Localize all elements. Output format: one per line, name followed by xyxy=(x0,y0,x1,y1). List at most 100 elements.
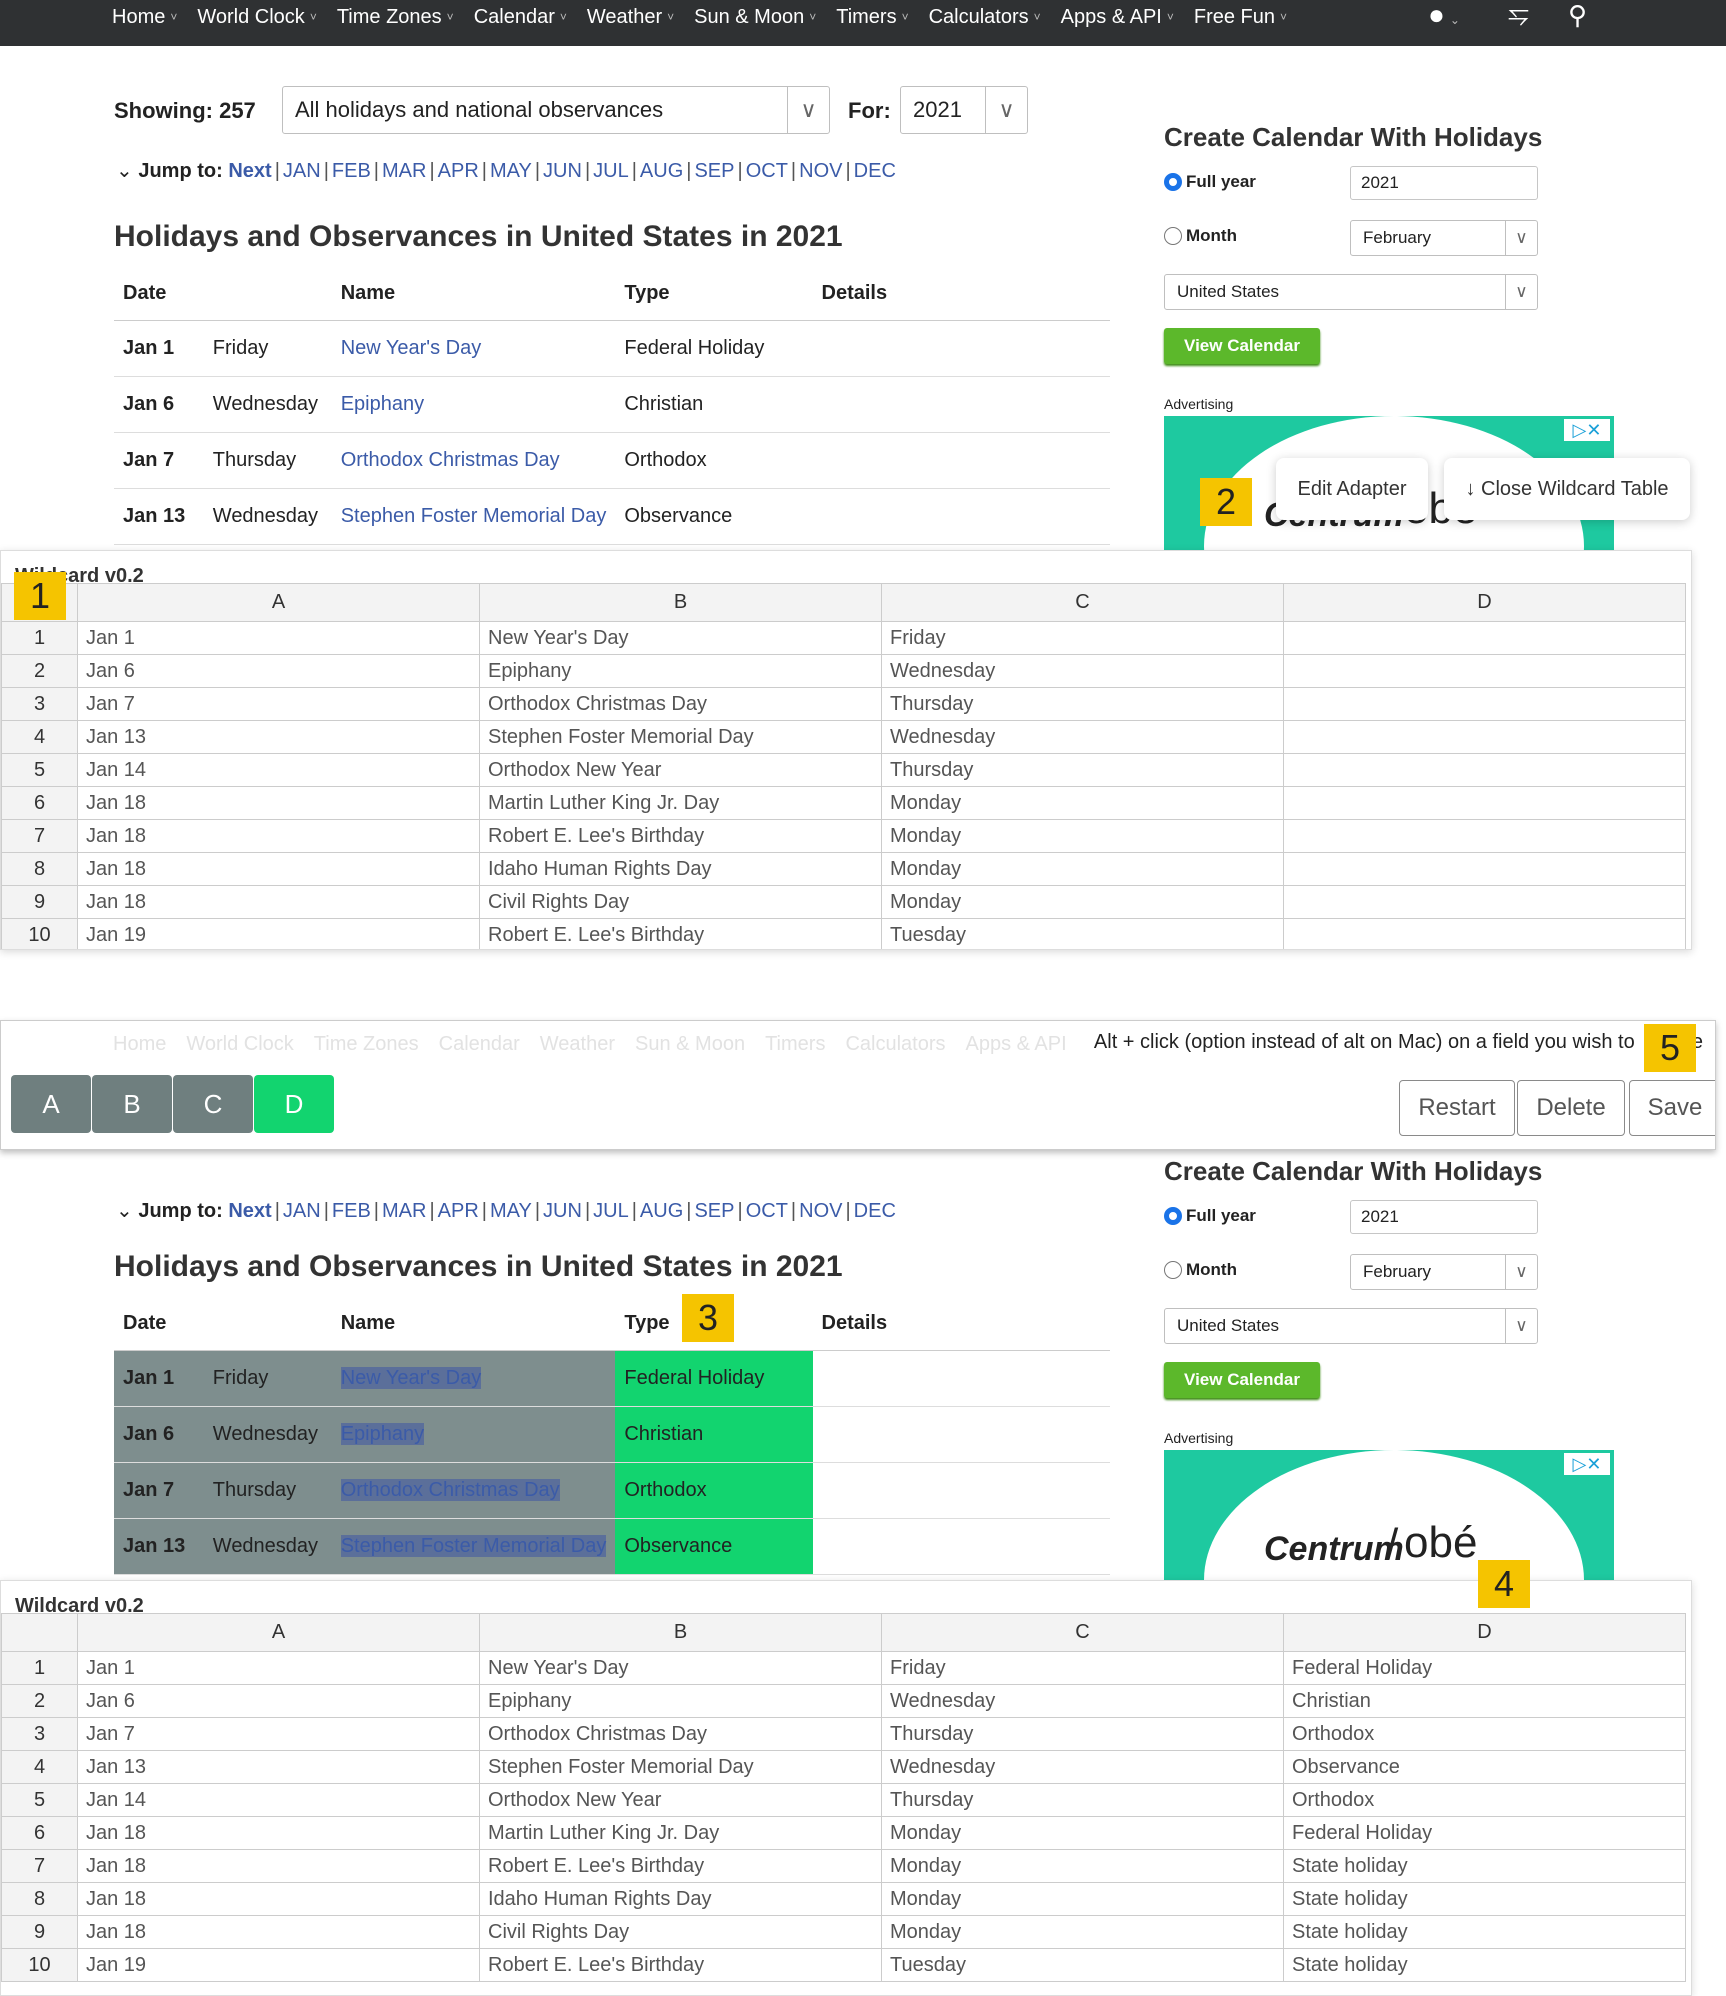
jump-month-aug[interactable]: AUG xyxy=(640,160,683,182)
full-year-input[interactable]: 2021 xyxy=(1350,166,1538,200)
jump-month-jul[interactable]: JUL xyxy=(593,1200,629,1222)
grid-cell[interactable]: Jan 18 xyxy=(77,1882,480,1916)
grid-cell[interactable]: Jan 18 xyxy=(77,1816,480,1850)
grid-cell[interactable]: Jan 18 xyxy=(77,819,480,853)
holiday-link[interactable]: Orthodox Christmas Day xyxy=(341,449,560,471)
grid-cell[interactable] xyxy=(1283,621,1686,655)
grid-cell[interactable]: Robert E. Lee's Birthday xyxy=(479,918,882,949)
full-year-radio[interactable]: Full year xyxy=(1164,172,1256,192)
grid-cell[interactable]: Jan 13 xyxy=(77,1750,480,1784)
month-select[interactable]: February ∨ xyxy=(1350,220,1538,256)
jump-month-jul[interactable]: JUL xyxy=(593,160,629,182)
grid-cell[interactable]: Jan 14 xyxy=(77,753,480,787)
close-wildcard-table-button[interactable]: ↓ Close Wildcard Table xyxy=(1444,458,1690,520)
grid-cell[interactable] xyxy=(1283,819,1686,853)
grid-cell[interactable] xyxy=(1283,654,1686,688)
country-select[interactable]: United States ∨ xyxy=(1164,274,1538,310)
grid-cell[interactable]: Robert E. Lee's Birthday xyxy=(479,1849,882,1883)
holiday-link[interactable]: New Year's Day xyxy=(340,1366,482,1389)
grid-cell[interactable]: New Year's Day xyxy=(479,621,882,655)
jump-month-sep[interactable]: SEP xyxy=(694,1200,734,1222)
jump-month-oct[interactable]: OCT xyxy=(746,1200,788,1222)
grid-cell[interactable] xyxy=(1283,753,1686,787)
grid-cell[interactable]: Stephen Foster Memorial Day xyxy=(479,1750,882,1784)
grid-cell[interactable]: Idaho Human Rights Day xyxy=(479,1882,882,1916)
grid-cell[interactable]: Jan 18 xyxy=(77,1849,480,1883)
grid-cell[interactable]: Orthodox New Year xyxy=(479,1783,882,1817)
jump-month-mar[interactable]: MAR xyxy=(382,160,426,182)
edit-adapter-button[interactable]: Edit Adapter xyxy=(1276,458,1428,520)
grid-cell[interactable]: Jan 7 xyxy=(77,1717,480,1751)
jump-month-feb[interactable]: FEB xyxy=(332,160,371,182)
grid-cell[interactable]: Tuesday xyxy=(881,918,1284,949)
grid-cell[interactable]: Jan 1 xyxy=(77,1651,480,1685)
grid-cell[interactable]: Monday xyxy=(881,1816,1284,1850)
grid-cell[interactable] xyxy=(1283,852,1686,886)
jump-month-may[interactable]: MAY xyxy=(490,160,532,182)
save-button[interactable]: Save xyxy=(1629,1080,1715,1136)
grid-cell[interactable]: Jan 1 xyxy=(77,621,480,655)
country-select[interactable]: United States ∨ xyxy=(1164,1308,1538,1344)
jump-month-jun[interactable]: JUN xyxy=(543,160,582,182)
grid-cell[interactable]: Tuesday xyxy=(881,1948,1284,1982)
grid-cell[interactable]: State holiday xyxy=(1283,1948,1686,1982)
grid-cell[interactable]: Martin Luther King Jr. Day xyxy=(479,1816,882,1850)
grid-cell[interactable]: Monday xyxy=(881,885,1284,919)
grid-cell[interactable]: Orthodox Christmas Day xyxy=(479,1717,882,1751)
jump-month-dec[interactable]: DEC xyxy=(854,160,896,182)
grid-cell[interactable]: Monday xyxy=(881,1915,1284,1949)
month-radio[interactable]: Month xyxy=(1164,226,1237,246)
holiday-link[interactable]: New Year's Day xyxy=(341,337,482,359)
view-calendar-button[interactable]: View Calendar xyxy=(1164,328,1320,364)
delete-button[interactable]: Delete xyxy=(1517,1080,1625,1136)
jump-next-link[interactable]: Next xyxy=(228,1200,271,1222)
jump-month-jun[interactable]: JUN xyxy=(543,1200,582,1222)
column-button-a[interactable]: A xyxy=(11,1075,91,1133)
column-header-c[interactable]: C xyxy=(881,583,1284,622)
full-year-radio[interactable]: Full year xyxy=(1164,1206,1256,1226)
grid-cell[interactable]: Monday xyxy=(881,786,1284,820)
jump-month-jan[interactable]: JAN xyxy=(283,1200,321,1222)
grid-cell[interactable]: Friday xyxy=(881,621,1284,655)
grid-cell[interactable]: Jan 18 xyxy=(77,885,480,919)
column-button-c[interactable]: C xyxy=(173,1075,253,1133)
grid-cell[interactable] xyxy=(1283,720,1686,754)
view-calendar-button[interactable]: View Calendar xyxy=(1164,1362,1320,1398)
grid-cell[interactable]: State holiday xyxy=(1283,1849,1686,1883)
jump-month-mar[interactable]: MAR xyxy=(382,1200,426,1222)
holiday-link[interactable]: Stephen Foster Memorial Day xyxy=(341,505,607,527)
grid-cell[interactable]: Jan 18 xyxy=(77,786,480,820)
jump-month-aug[interactable]: AUG xyxy=(640,1200,683,1222)
grid-cell[interactable]: Robert E. Lee's Birthday xyxy=(479,1948,882,1982)
jump-month-apr[interactable]: APR xyxy=(438,1200,479,1222)
grid-cell[interactable]: Monday xyxy=(881,1882,1284,1916)
jump-next-link[interactable]: Next xyxy=(228,160,271,182)
jump-month-apr[interactable]: APR xyxy=(438,160,479,182)
column-header-c[interactable]: C xyxy=(881,1613,1284,1652)
grid-cell[interactable]: State holiday xyxy=(1283,1915,1686,1949)
grid-cell[interactable]: Jan 19 xyxy=(77,1948,480,1982)
column-header-b[interactable]: B xyxy=(479,1613,882,1652)
grid-cell[interactable]: Wednesday xyxy=(881,1750,1284,1784)
grid-cell[interactable]: Jan 18 xyxy=(77,1915,480,1949)
grid-cell[interactable]: Thursday xyxy=(881,1717,1284,1751)
jump-month-oct[interactable]: OCT xyxy=(746,160,788,182)
grid-cell[interactable]: Martin Luther King Jr. Day xyxy=(479,786,882,820)
grid-cell[interactable]: Jan 7 xyxy=(77,687,480,721)
grid-cell[interactable]: Stephen Foster Memorial Day xyxy=(479,720,882,754)
grid-cell[interactable] xyxy=(1283,687,1686,721)
ad-choices-icon[interactable]: ▷✕ xyxy=(1564,419,1610,441)
column-header-d[interactable]: D xyxy=(1283,1613,1686,1652)
column-header-b[interactable]: B xyxy=(479,583,882,622)
grid-cell[interactable]: Jan 14 xyxy=(77,1783,480,1817)
month-select[interactable]: February ∨ xyxy=(1350,1254,1538,1290)
grid-cell[interactable]: Observance xyxy=(1283,1750,1686,1784)
grid-cell[interactable]: Civil Rights Day xyxy=(479,1915,882,1949)
grid-cell[interactable]: Jan 18 xyxy=(77,852,480,886)
grid-cell[interactable]: Wednesday xyxy=(881,654,1284,688)
grid-cell[interactable]: Orthodox xyxy=(1283,1717,1686,1751)
column-header-a[interactable]: A xyxy=(77,1613,480,1652)
grid-cell[interactable]: Thursday xyxy=(881,687,1284,721)
jump-month-feb[interactable]: FEB xyxy=(332,1200,371,1222)
grid-cell[interactable]: Wednesday xyxy=(881,1684,1284,1718)
